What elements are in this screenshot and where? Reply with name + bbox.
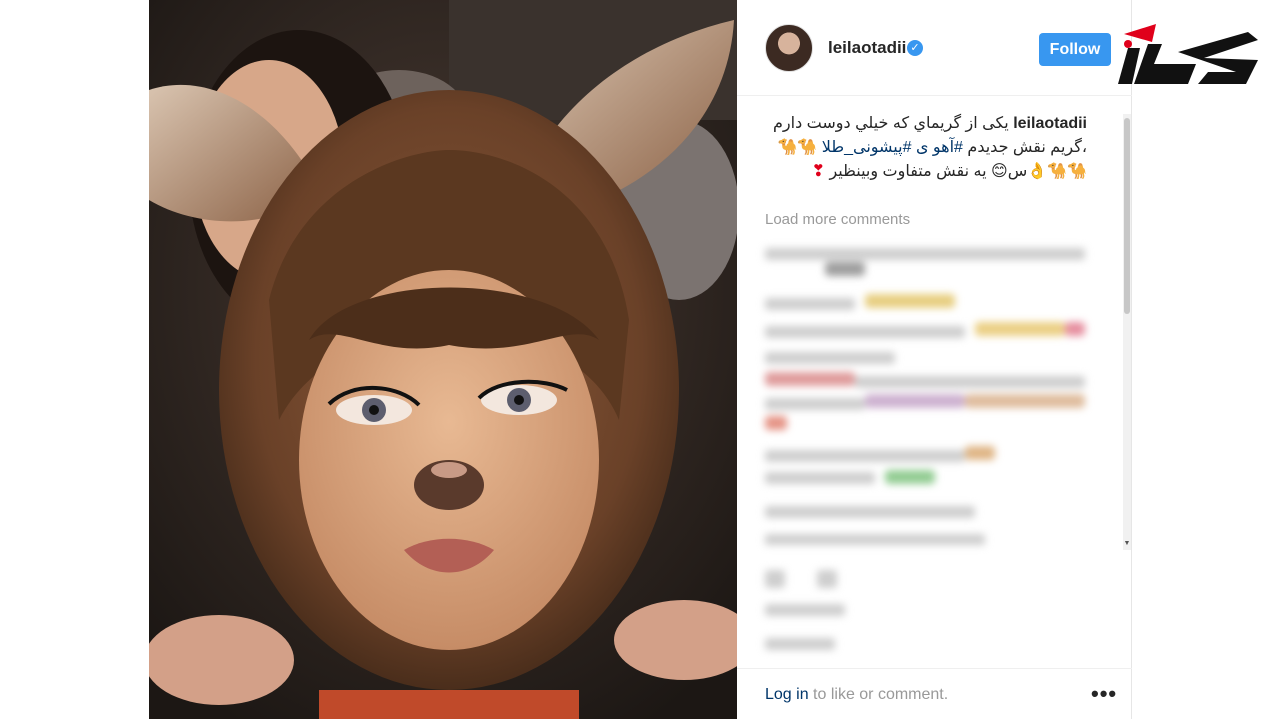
more-dots-icon[interactable]: •••	[1091, 681, 1117, 707]
divider	[737, 668, 1132, 669]
scrollbar-thumb[interactable]	[1124, 118, 1130, 314]
login-prompt: Log in to like or comment.	[765, 686, 948, 704]
left-margin	[0, 0, 149, 719]
hashtag-link[interactable]: #پيشونی_طلا	[822, 139, 912, 156]
rokna-logo	[1108, 14, 1268, 94]
post-photo[interactable]	[149, 0, 737, 719]
photo-illustration	[149, 0, 737, 719]
post-caption: leilaotadii يکی از گريماي كه خيلي دوست د…	[765, 112, 1087, 184]
caption-username[interactable]: leilaotadii	[1013, 115, 1087, 132]
caption-tail: يه نقش متفاوت وبينظير	[829, 163, 987, 180]
logo-graphic	[1118, 24, 1258, 84]
heart-emoji: ❣	[811, 163, 826, 180]
avatar[interactable]	[765, 24, 813, 72]
post-header: leilaotadii ✓ Follow	[737, 0, 1132, 96]
verified-badge-icon: ✓	[907, 40, 923, 56]
load-more-comments-link[interactable]: Load more comments	[765, 211, 910, 228]
blurred-actions	[765, 560, 1120, 660]
login-suffix: to like or comment.	[808, 686, 949, 703]
scroll-down-arrow-icon[interactable]: ▼	[1123, 540, 1131, 548]
blurred-comments-list	[765, 240, 1120, 545]
post-side-panel: leilaotadii ✓ Follow leilaotadii يکی از …	[737, 0, 1132, 719]
hashtag-link[interactable]: #آهو ی	[916, 139, 963, 156]
post-username[interactable]: leilaotadii	[828, 38, 906, 58]
login-link[interactable]: Log in	[765, 686, 809, 703]
follow-button[interactable]: Follow	[1039, 33, 1111, 66]
